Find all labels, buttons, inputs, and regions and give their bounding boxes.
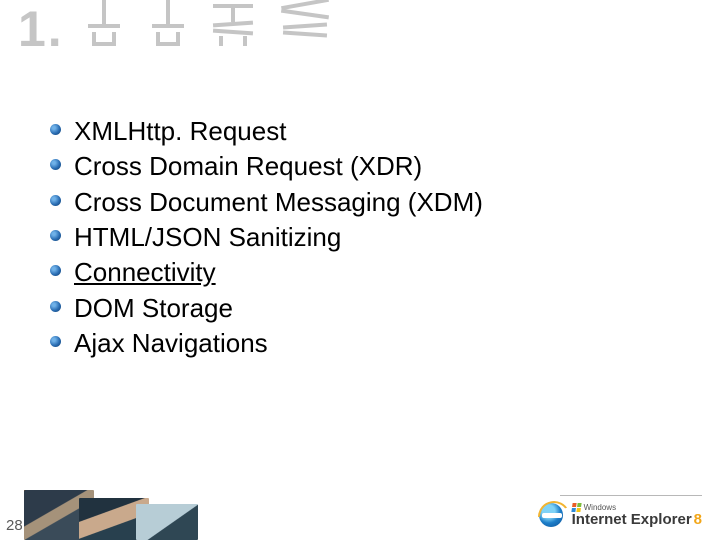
footer-photo-collage bbox=[24, 490, 198, 540]
list-item: Ajax Navigations bbox=[50, 326, 483, 361]
list-item: Connectivity bbox=[50, 255, 483, 290]
list-item: Cross Domain Request (XDR) bbox=[50, 149, 483, 184]
list-item-label: HTML/JSON Sanitizing bbox=[74, 222, 341, 252]
internet-explorer-brand: Windows Internet Explorer8 bbox=[538, 498, 702, 532]
list-item: Cross Document Messaging (XDM) bbox=[50, 185, 483, 220]
list-item-label: DOM Storage bbox=[74, 293, 233, 323]
divider bbox=[560, 495, 702, 496]
korean-glyph-3 bbox=[207, 0, 261, 56]
internet-explorer-icon bbox=[538, 501, 566, 529]
bullet-icon bbox=[50, 336, 61, 347]
korean-glyph-4 bbox=[277, 0, 335, 56]
korean-glyph-2 bbox=[144, 0, 192, 56]
brand-text: Windows Internet Explorer8 bbox=[572, 503, 702, 527]
version-number: 8 bbox=[694, 511, 702, 528]
bullet-icon bbox=[50, 301, 61, 312]
bullet-icon bbox=[50, 195, 61, 206]
bullet-icon bbox=[50, 124, 61, 135]
list-item: XMLHttp. Request bbox=[50, 114, 483, 149]
list-item-label: XMLHttp. Request bbox=[74, 116, 286, 146]
bullet-icon bbox=[50, 159, 61, 170]
list-item: DOM Storage bbox=[50, 291, 483, 326]
list-item-label: Connectivity bbox=[74, 257, 216, 287]
korean-glyph-1 bbox=[80, 0, 128, 56]
list-item-label: Cross Document Messaging (XDM) bbox=[74, 187, 483, 217]
list-item-label: Cross Domain Request (XDR) bbox=[74, 151, 422, 181]
list-item-label: Ajax Navigations bbox=[74, 328, 268, 358]
bullet-icon bbox=[50, 230, 61, 241]
bullet-icon bbox=[50, 265, 61, 276]
title-number: 1. bbox=[18, 1, 64, 57]
windows-flag-icon bbox=[571, 503, 581, 512]
list-item: HTML/JSON Sanitizing bbox=[50, 220, 483, 255]
page-number: 28 bbox=[6, 517, 23, 534]
product-name: Internet Explorer8 bbox=[572, 512, 702, 527]
slide-title: 1. bbox=[18, 0, 335, 58]
feature-list: XMLHttp. Request Cross Domain Request (X… bbox=[50, 114, 483, 362]
slide: 1. XMLHtt bbox=[0, 0, 720, 540]
